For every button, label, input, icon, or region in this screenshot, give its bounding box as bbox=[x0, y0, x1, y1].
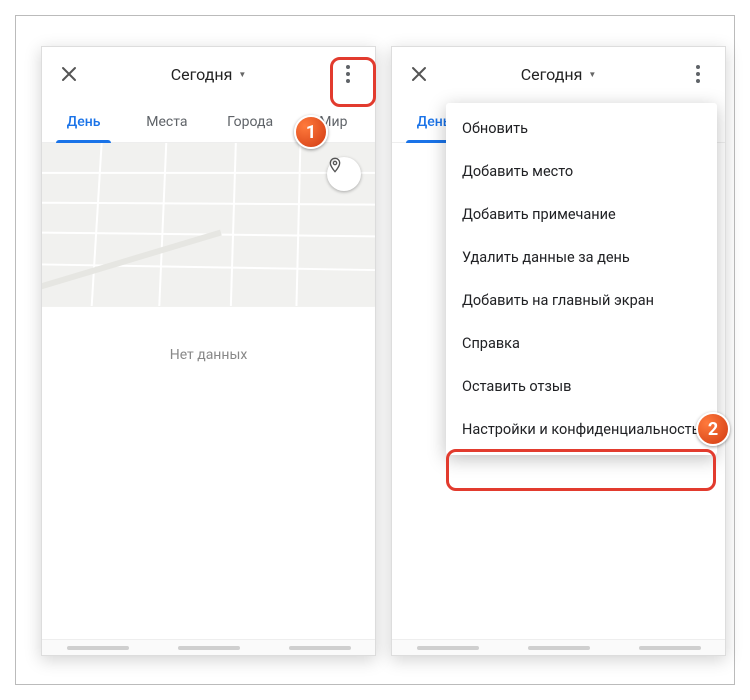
menu-item-add-place[interactable]: Добавить место bbox=[446, 150, 717, 193]
date-dropdown[interactable]: Сегодня ▼ bbox=[86, 65, 331, 84]
menu-item-add-note[interactable]: Добавить примечание bbox=[446, 193, 717, 236]
phone-screen-left: Сегодня ▼ День Места Города Мир bbox=[41, 46, 376, 656]
phone-screen-right: Сегодня ▼ День Обновить Добавить место Д… bbox=[391, 46, 726, 656]
menu-item-feedback[interactable]: Оставить отзыв bbox=[446, 365, 717, 408]
overflow-menu-button[interactable] bbox=[331, 57, 365, 91]
system-nav-bar bbox=[42, 639, 375, 655]
tab-world[interactable]: Мир bbox=[292, 101, 375, 142]
menu-item-settings-privacy[interactable]: Настройки и конфиденциальность bbox=[446, 408, 717, 451]
header-title: Сегодня bbox=[171, 65, 233, 84]
nav-indicator[interactable] bbox=[528, 646, 590, 650]
tab-cities[interactable]: Города bbox=[209, 101, 292, 142]
nav-indicator[interactable] bbox=[178, 646, 240, 650]
close-button[interactable] bbox=[52, 57, 86, 91]
header-title: Сегодня bbox=[521, 65, 583, 84]
system-nav-bar bbox=[392, 639, 725, 655]
menu-item-delete-day[interactable]: Удалить данные за день bbox=[446, 236, 717, 279]
nav-indicator[interactable] bbox=[289, 646, 351, 650]
header: Сегодня ▼ bbox=[392, 47, 725, 101]
header: Сегодня ▼ bbox=[42, 47, 375, 101]
tab-places[interactable]: Места bbox=[125, 101, 208, 142]
no-data-label: Нет данных bbox=[42, 307, 375, 403]
overflow-menu-button[interactable] bbox=[681, 57, 715, 91]
close-button[interactable] bbox=[402, 57, 436, 91]
tab-bar: День Места Города Мир bbox=[42, 101, 375, 143]
menu-item-refresh[interactable]: Обновить bbox=[446, 107, 717, 150]
chevron-down-icon: ▼ bbox=[588, 70, 596, 79]
menu-item-add-homescreen[interactable]: Добавить на главный экран bbox=[446, 279, 717, 322]
map-preview[interactable] bbox=[42, 143, 375, 307]
location-pin-button[interactable] bbox=[327, 157, 361, 191]
tab-day[interactable]: День bbox=[42, 101, 125, 142]
chevron-down-icon: ▼ bbox=[238, 70, 246, 79]
overflow-menu: Обновить Добавить место Добавить примеча… bbox=[446, 103, 717, 455]
date-dropdown[interactable]: Сегодня ▼ bbox=[436, 65, 681, 84]
nav-indicator[interactable] bbox=[639, 646, 701, 650]
menu-item-help[interactable]: Справка bbox=[446, 322, 717, 365]
nav-indicator[interactable] bbox=[67, 646, 129, 650]
nav-indicator[interactable] bbox=[417, 646, 479, 650]
